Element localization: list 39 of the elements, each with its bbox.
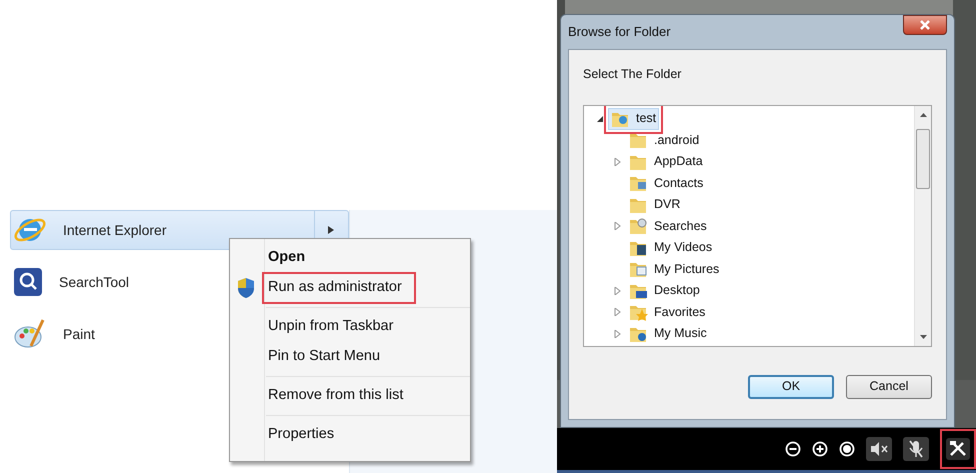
scrollbar[interactable] — [914, 106, 931, 346]
zoom-out-icon[interactable] — [785, 441, 801, 457]
scroll-thumb[interactable] — [916, 128, 930, 189]
dialog-button[interactable]: Cancel — [846, 374, 932, 399]
collapsed-arrow-icon[interactable] — [614, 158, 622, 166]
dialog-button[interactable]: OK — [748, 374, 834, 399]
zoom-in-icon[interactable] — [812, 441, 828, 457]
expanded-arrow-icon[interactable] — [596, 114, 604, 122]
tree-item[interactable]: Contacts — [626, 172, 706, 194]
menu-item[interactable]: Unpin from Taskbar — [262, 311, 400, 343]
menu-item[interactable]: Remove from this list — [262, 380, 410, 412]
menu-item[interactable]: Pin to Start Menu — [262, 341, 386, 373]
close-button[interactable] — [903, 15, 947, 35]
submenu-arrow-icon[interactable] — [328, 226, 334, 234]
tools-icon[interactable] — [946, 438, 970, 460]
prompt-text: Select The Folder — [583, 66, 682, 83]
menu-item[interactable]: Run as administrator — [262, 272, 416, 304]
folder-icon — [629, 216, 649, 236]
palette-icon — [13, 318, 47, 350]
tree-item[interactable]: My Pictures — [626, 258, 722, 280]
tree-item[interactable]: DVR — [626, 194, 684, 216]
close-icon — [919, 20, 931, 30]
menu-item[interactable]: Properties — [262, 419, 340, 451]
tree-item[interactable]: Desktop — [626, 280, 703, 302]
collapsed-arrow-icon[interactable] — [614, 286, 622, 294]
tree-item[interactable]: My Videos — [626, 236, 716, 258]
collapsed-arrow-icon[interactable] — [614, 330, 622, 338]
tree-item[interactable]: My Music — [626, 322, 710, 344]
record-icon[interactable] — [839, 441, 855, 457]
microphone-off-icon[interactable] — [903, 437, 929, 461]
search-icon — [13, 267, 43, 297]
tree-item[interactable]: Searches — [626, 215, 710, 237]
collapsed-arrow-icon[interactable] — [614, 308, 622, 316]
tree-item[interactable]: AppData — [626, 150, 706, 172]
window-title: Browse for Folder — [568, 23, 671, 42]
tree-item[interactable]: .android — [626, 129, 702, 151]
collapsed-arrow-icon[interactable] — [614, 222, 622, 230]
tree-item[interactable]: Favorites — [626, 301, 708, 323]
speaker-muted-icon[interactable] — [866, 437, 892, 461]
